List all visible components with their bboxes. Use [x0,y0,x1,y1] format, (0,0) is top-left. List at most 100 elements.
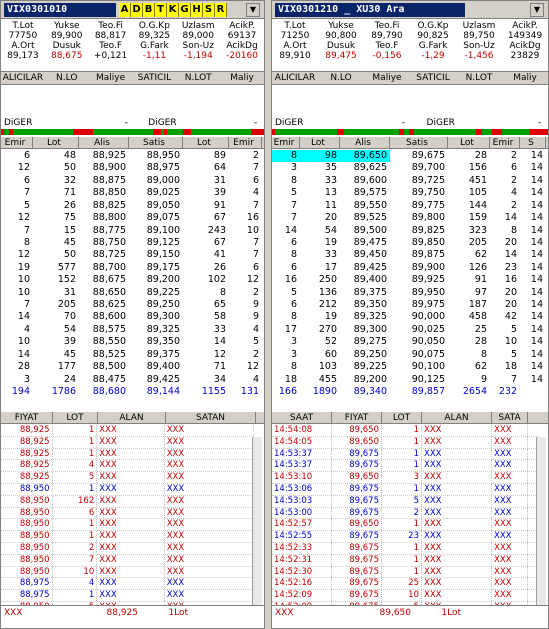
trade-row[interactable]: 14:52:31 89,675 1 XXX XXX [272,554,538,567]
book-row[interactable]: 28 177 88,500 89,400 71 12 [1,361,264,373]
trades-col-header[interactable]: SATA [492,412,528,423]
book-row[interactable]: 8 19 89,325 90,000 458 42 14 [272,311,548,323]
trade-row[interactable]: 14:53:00 89,675 2 XXX XXX [272,507,538,520]
book-row[interactable]: 14 45 88,525 89,375 12 2 [1,349,264,361]
toolbar-button-5[interactable]: G [179,3,191,17]
book-row[interactable]: 12 50 88,900 88,975 64 7 [1,162,264,174]
toolbar-button-2[interactable]: B [143,3,155,17]
trade-row[interactable]: 14:54:08 89,650 1 XXX XXX [272,425,538,437]
book-row[interactable]: 6 48 88,925 88,950 89 2 [1,150,264,162]
trade-row[interactable]: 14:52:33 89,675 1 XXX XXX [272,542,538,555]
book-row[interactable]: 6 19 89,475 89,850 205 20 14 [272,237,548,249]
book-row[interactable]: 8 98 89,650 89,675 28 2 14 [272,150,548,163]
book-row[interactable]: 3 52 89,275 90,050 28 10 14 [272,336,548,348]
book-col-header[interactable]: Alis [340,137,390,148]
trade-row[interactable]: 88,975 4 XXX XXX [1,578,254,591]
book-row[interactable]: 10 39 88,550 89,350 14 5 [1,336,264,348]
book-col-header[interactable]: Lot [448,137,490,148]
book-row[interactable]: 6 17 89,425 89,900 126 23 14 [272,262,548,274]
trades-scrollbar[interactable] [536,437,546,605]
book-row[interactable]: 7 15 88,775 89,100 243 10 [1,225,264,237]
book-row[interactable]: 16 250 89,400 89,925 91 16 14 [272,274,548,286]
trade-row[interactable]: 88,950 1 XXX XXX [1,483,254,496]
book-col-header[interactable]: Lot [183,137,229,148]
book-row[interactable]: 19 577 88,700 89,175 26 6 [1,262,264,274]
book-row[interactable]: 3 60 89,250 90,075 8 5 14 [272,349,548,361]
book-row[interactable]: 10 31 88,650 89,225 8 2 [1,287,264,299]
trade-row[interactable]: 14:53:03 89,675 5 XXX XXX [272,495,538,508]
book-row[interactable]: 6 212 89,350 89,975 187 20 14 [272,299,548,311]
trades-scrollbar[interactable] [252,437,262,605]
book-col-header[interactable]: Satis [390,137,448,148]
book-col-header[interactable]: Alis [79,137,129,148]
book-col-header[interactable]: S [520,137,546,148]
trade-row[interactable]: 14:52:57 89,650 1 XXX XXX [272,519,538,532]
trades-col-header[interactable]: ALAN [422,412,492,423]
book-row[interactable]: 7 11 89,550 89,775 144 2 14 [272,200,548,212]
trades-col-header[interactable]: LOT [53,412,98,423]
book-col-header[interactable]: Lot [300,137,340,148]
book-row[interactable]: 6 32 88,875 89,000 31 6 [1,175,264,187]
trade-row[interactable]: 88,950 1 XXX XXX [1,519,254,532]
trade-row[interactable]: 14:53:37 89,675 1 XXX XXX [272,460,538,473]
book-row[interactable]: 8 103 89,225 90,100 62 18 14 [272,361,548,373]
toolbar-button-1[interactable]: D [131,3,143,17]
trades-col-header[interactable]: FIYAT [1,412,53,423]
trades-col-header[interactable]: SATAN [166,412,256,423]
book-col-header[interactable]: Emir [272,137,300,148]
book-row[interactable]: 3 35 89,625 89,700 156 6 14 [272,162,548,174]
toolbar-button-6[interactable]: H [191,3,203,17]
trade-row[interactable]: 88,925 5 XXX XXX [1,472,254,484]
chevron-down-icon[interactable]: ▼ [246,3,260,17]
trade-row[interactable]: 14:52:16 89,675 25 XXX XXX [272,578,538,591]
book-col-header[interactable]: Lot [33,137,79,148]
book-col-header[interactable]: Satis [129,137,183,148]
trade-row[interactable]: 88,925 1 XXX XXX [1,436,254,449]
book-row[interactable]: 17 270 89,300 90,025 25 5 14 [272,324,548,336]
book-row[interactable]: 18 455 89,200 90,125 9 7 14 [272,374,548,386]
book-row[interactable]: 12 75 88,800 89,075 67 16 [1,212,264,224]
book-row[interactable]: 14 54 89,500 89,825 323 8 14 [272,225,548,237]
trade-row[interactable]: 14:52:30 89,675 1 XXX XXX [272,566,538,579]
book-row[interactable]: 8 33 89,450 89,875 62 14 14 [272,249,548,261]
book-row[interactable]: 5 136 89,375 89,950 97 20 14 [272,287,548,299]
trade-row[interactable]: 88,925 4 XXX XXX [1,460,254,473]
trade-row[interactable]: 14:53:10 89,650 3 XXX XXX [272,472,538,484]
book-row[interactable]: 4 54 88,575 89,325 33 4 [1,324,264,336]
trades-col-header[interactable]: FIYAT [332,412,382,423]
trades-col-header[interactable]: LOT [382,412,422,423]
toolbar-button-4[interactable]: K [167,3,179,17]
trade-row[interactable]: 88,950 7 XXX XXX [1,554,254,567]
trade-row[interactable]: 14:52:09 89,675 10 XXX XXX [272,590,538,602]
trade-row[interactable]: 88,950 10 XXX XXX [1,566,254,579]
book-row[interactable]: 3 24 88,475 89,425 34 4 [1,374,264,386]
book-row[interactable]: 7 20 89,525 89,800 159 14 14 [272,212,548,224]
book-row[interactable]: 8 45 88,750 89,125 67 7 [1,237,264,249]
trade-row[interactable]: 14:53:06 89,675 1 XXX XXX [272,483,538,496]
toolbar-button-8[interactable]: R [215,3,227,17]
book-row[interactable]: 5 26 88,825 89,050 91 7 [1,200,264,212]
trade-row[interactable]: 14:53:37 89,675 1 XXX XXX [272,448,538,461]
toolbar-button-3[interactable]: T [155,3,167,17]
book-col-header[interactable]: Emir [490,137,520,148]
book-row[interactable]: 7 71 88,850 89,025 39 4 [1,187,264,199]
book-row[interactable]: 12 50 88,725 89,150 41 7 [1,249,264,261]
trade-row[interactable]: 14:52:55 89,675 23 XXX XXX [272,531,538,543]
chevron-down-icon[interactable]: ▼ [530,3,544,17]
trade-row[interactable]: 14:54:05 89,650 1 XXX XXX [272,436,538,449]
book-col-header[interactable]: Emir [1,137,33,148]
trade-row[interactable]: 88,975 1 XXX XXX [1,590,254,602]
book-row[interactable]: 8 33 89,600 89,725 451 2 14 [272,175,548,187]
book-row[interactable]: 14 70 88,600 89,300 58 9 [1,311,264,323]
trade-row[interactable]: 88,950 1 XXX XXX [1,531,254,543]
book-col-header[interactable]: Emir [229,137,262,148]
trade-row[interactable]: 88,950 162 XXX XXX [1,495,254,508]
trade-row[interactable]: 88,925 1 XXX XXX [1,425,254,437]
trades-col-header[interactable]: ALAN [98,412,166,423]
trade-row[interactable]: 88,925 1 XXX XXX [1,448,254,461]
book-row[interactable]: 5 13 89,575 89,750 105 4 14 [272,187,548,199]
book-row[interactable]: 7 205 88,625 89,250 65 9 [1,299,264,311]
book-row[interactable]: 10 152 88,675 89,200 102 12 [1,274,264,286]
trade-row[interactable]: 88,950 2 XXX XXX [1,542,254,555]
toolbar-button-7[interactable]: S [203,3,215,17]
